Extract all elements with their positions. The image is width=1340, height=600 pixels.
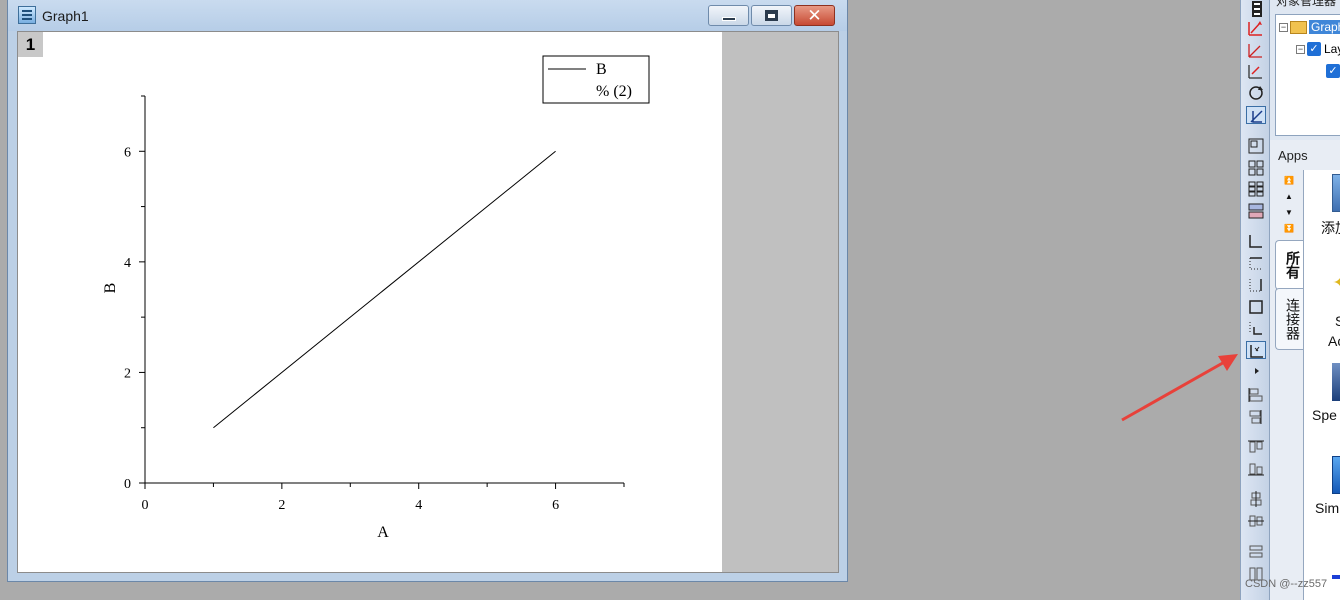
- graph-page[interactable]: 1 0 2 4 6 0 2 4 6 B % (2) A B: [18, 32, 722, 572]
- plot-svg[interactable]: 0 2 4 6 0 2 4 6 B % (2) A B: [18, 32, 722, 572]
- annotation-arrow-shaft: [1121, 358, 1229, 422]
- object-manager-title: 对象管理器: [1276, 0, 1337, 8]
- app-ac-label[interactable]: Ac: [1328, 333, 1340, 349]
- align-top-icon[interactable]: [1246, 438, 1266, 456]
- x-tick-label: 4: [415, 498, 422, 513]
- checkbox-checked-icon[interactable]: ✓: [1326, 64, 1340, 78]
- tree-item-graph[interactable]: − Graph1: [1279, 18, 1340, 36]
- app-sim-label[interactable]: Sim: [1315, 500, 1340, 516]
- plot-marks: [213, 150, 556, 429]
- y-axis-label: B: [102, 283, 119, 294]
- stack-icon[interactable]: [1246, 0, 1266, 18]
- y-tick-label: 0: [124, 477, 131, 492]
- tree-item-graph-label: Graph1: [1309, 20, 1340, 34]
- axis-red-icon[interactable]: [1246, 19, 1266, 37]
- scroll-up-icon[interactable]: ▲: [1282, 189, 1296, 205]
- sim-app-icon[interactable]: [1332, 456, 1340, 494]
- object-manager: 对象管理器 − Graph1 − ✓ Layer1 ✓: [1269, 0, 1340, 140]
- tab-all[interactable]: 所有: [1275, 240, 1303, 290]
- graph-window-icon: [18, 6, 36, 24]
- star-app-icon[interactable]: ✦: [1332, 268, 1340, 298]
- plot-axes: 0 2 4 6 0 2 4 6: [124, 95, 625, 513]
- align-left-icon[interactable]: [1246, 386, 1266, 404]
- graph-client-area: 1 0 2 4 6 0 2 4 6 B % (2) A B: [17, 31, 839, 573]
- window-title: Graph1: [42, 8, 89, 24]
- title-bar[interactable]: Graph1 ✕: [8, 0, 847, 31]
- layout-icon[interactable]: [1246, 137, 1266, 155]
- align-bottom-icon[interactable]: [1246, 460, 1266, 478]
- x-axis-label: A: [377, 524, 389, 541]
- x-tick-label: 0: [142, 498, 149, 513]
- watermark: CSDN @--zz557: [1245, 578, 1328, 590]
- maximize-icon: [765, 10, 778, 21]
- maximize-button[interactable]: [751, 5, 792, 26]
- annotation-arrow: [1121, 354, 1238, 422]
- close-icon: ✕: [807, 5, 822, 25]
- tree-item-plot[interactable]: ✓: [1326, 62, 1340, 80]
- apps-scroll-nav: ⏫ ▲ ▼ ⏬: [1282, 173, 1296, 237]
- checkbox-checked-icon[interactable]: ✓: [1307, 42, 1321, 56]
- same-width-icon[interactable]: [1246, 543, 1266, 561]
- legend-entry-2: % (2): [596, 83, 632, 100]
- collapse-icon[interactable]: −: [1296, 44, 1305, 54]
- axis-r-icon[interactable]: [1246, 276, 1266, 294]
- minimize-icon: [721, 16, 736, 21]
- scroll-down-icon[interactable]: ▼: [1282, 205, 1296, 221]
- spectrum-app-icon[interactable]: [1332, 363, 1340, 401]
- series-line-B: [213, 150, 556, 429]
- legend[interactable]: B % (2): [542, 55, 650, 104]
- axis-bl-icon[interactable]: [1246, 232, 1266, 250]
- minimize-button[interactable]: [708, 5, 749, 26]
- distribute-h-icon[interactable]: [1246, 490, 1266, 508]
- folder-icon: [1290, 20, 1307, 34]
- app-s-label[interactable]: S: [1335, 313, 1340, 329]
- graph-window[interactable]: Graph1 ✕ 1 0 2 4 6 0 2 4 6 B % (2) A B: [7, 0, 848, 582]
- grid6-icon[interactable]: [1246, 180, 1266, 198]
- grid4-icon[interactable]: [1246, 159, 1266, 177]
- add-app-icon[interactable]: [1332, 174, 1340, 212]
- app-spe-label[interactable]: Spe: [1312, 407, 1340, 423]
- scroll-top-icon[interactable]: ⏫: [1282, 173, 1296, 189]
- tree-item-layer[interactable]: − ✓ Layer1: [1296, 40, 1340, 58]
- legend-entry-1: B: [596, 61, 607, 78]
- axis-break-icon[interactable]: [1246, 341, 1266, 359]
- x-tick-label: 2: [278, 498, 285, 513]
- merge-icon[interactable]: [1246, 202, 1266, 220]
- app-partial-icon[interactable]: [1332, 575, 1340, 579]
- align-right-icon[interactable]: [1246, 408, 1266, 426]
- apps-header: Apps: [1278, 148, 1308, 163]
- x-tick-label: 6: [552, 498, 559, 513]
- apps-panel: Apps ⏫ ▲ ▼ ⏬ 所有 连接器 添加 ✦ S Ac Spe Sim: [1269, 140, 1340, 600]
- close-button[interactable]: ✕: [794, 5, 835, 26]
- axis-box-icon[interactable]: [1246, 298, 1266, 316]
- y-tick-label: 2: [124, 366, 131, 381]
- axis-rescale-icon[interactable]: [1246, 62, 1266, 80]
- tree-item-layer-label: Layer1: [1324, 42, 1340, 56]
- app-add-label[interactable]: 添加: [1321, 218, 1340, 238]
- run-icon[interactable]: [1246, 106, 1266, 124]
- axis-t-icon[interactable]: [1246, 254, 1266, 272]
- y-tick-label: 6: [124, 145, 131, 160]
- layer-badge[interactable]: 1: [18, 32, 43, 57]
- distribute-v-icon[interactable]: [1246, 512, 1266, 530]
- graph-toolbar: [1240, 0, 1269, 600]
- axis-small-icon[interactable]: [1246, 319, 1266, 337]
- refresh-icon[interactable]: [1246, 84, 1266, 102]
- tab-connectors[interactable]: 连接器: [1275, 288, 1303, 350]
- collapse-icon[interactable]: −: [1279, 22, 1288, 32]
- scroll-bottom-icon[interactable]: ⏬: [1282, 221, 1296, 237]
- more-icon[interactable]: [1246, 362, 1266, 380]
- apps-list: 添加 ✦ S Ac Spe Sim: [1303, 170, 1340, 600]
- axis-angle-icon[interactable]: [1246, 41, 1266, 59]
- object-tree[interactable]: − Graph1 − ✓ Layer1 ✓: [1275, 14, 1340, 136]
- y-tick-label: 4: [124, 256, 131, 271]
